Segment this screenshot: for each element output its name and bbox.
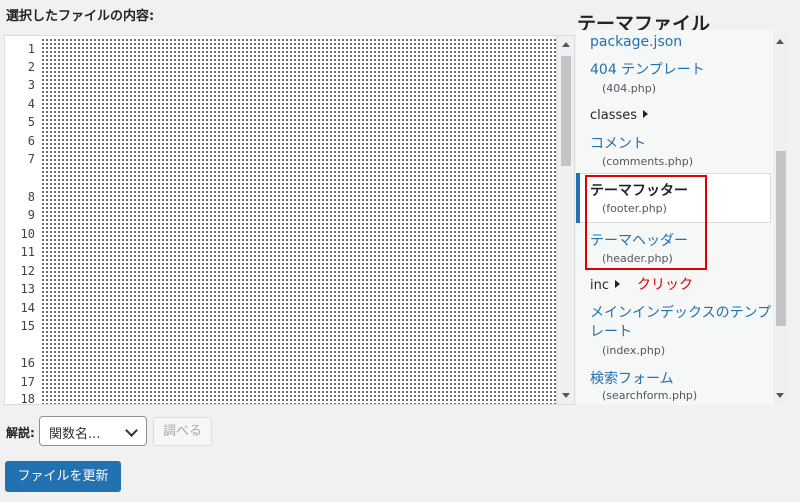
line-number: 9 (27, 208, 35, 222)
chevron-down-icon (125, 424, 138, 437)
line-number: 1 (27, 42, 35, 56)
active-file-indicator (576, 173, 580, 223)
expand-arrow-icon (643, 110, 649, 118)
line-number: 16 (20, 356, 35, 370)
scroll-up-arrow-icon[interactable] (562, 42, 570, 47)
expand-arrow-icon (615, 280, 620, 288)
update-file-button[interactable]: ファイルを更新 (5, 461, 121, 492)
lookup-button[interactable]: 調べる (153, 417, 212, 446)
line-number: 18 (20, 392, 35, 405)
line-number: 17 (20, 375, 35, 389)
line-number: 10 (20, 227, 35, 241)
line-number: 2 (27, 60, 35, 74)
folder-classes[interactable]: classes (590, 108, 649, 123)
function-name-select-value: 関数名... (49, 427, 101, 442)
code-editor[interactable]: 1 2 3 4 5 6 7 8 9 10 11 12 13 14 15 16 1… (4, 35, 575, 405)
function-name-select[interactable]: 関数名... (39, 416, 147, 446)
line-number-gutter: 1 2 3 4 5 6 7 8 9 10 11 12 13 14 15 16 1… (5, 36, 37, 404)
scrollbar-thumb[interactable] (776, 151, 786, 326)
editor-scrollbar[interactable] (556, 36, 574, 404)
file-searchform[interactable]: 検索フォーム (590, 368, 674, 388)
line-number: 3 (27, 78, 35, 92)
code-content-redacted[interactable] (41, 38, 559, 404)
file-comments[interactable]: コメント (590, 133, 646, 153)
scroll-down-arrow-icon[interactable] (562, 393, 570, 398)
folder-inc[interactable]: inc (590, 278, 620, 293)
documentation-label: 解説: (6, 426, 35, 440)
scroll-down-arrow-icon[interactable] (776, 393, 784, 398)
file-list-scrollbar[interactable] (773, 30, 788, 405)
selected-file-label: 選択したファイルの内容: (6, 9, 155, 24)
line-number: 11 (20, 245, 35, 259)
file-index-line2[interactable]: レート (590, 321, 632, 341)
click-annotation: クリック (637, 277, 693, 293)
file-searchform-filename: (searchform.php) (602, 389, 698, 402)
scroll-up-arrow-icon[interactable] (776, 39, 784, 44)
click-highlight-box (585, 175, 707, 270)
file-comments-filename: (comments.php) (602, 155, 694, 168)
line-number: 7 (27, 152, 35, 166)
line-number: 4 (27, 97, 35, 111)
line-number: 15 (20, 319, 35, 333)
folder-classes-label: classes (590, 108, 638, 123)
line-number: 13 (20, 282, 35, 296)
line-number: 6 (27, 134, 35, 148)
line-number: 5 (27, 115, 35, 129)
line-number: 8 (27, 190, 35, 204)
file-index-filename: (index.php) (602, 344, 666, 357)
file-404-filename: (404.php) (602, 82, 657, 95)
file-package-json[interactable]: package.json (590, 34, 682, 50)
scrollbar-thumb[interactable] (561, 56, 571, 166)
line-number: 12 (20, 264, 35, 278)
file-index[interactable]: メインインデックスのテンプ (590, 302, 771, 322)
line-number: 14 (20, 301, 35, 315)
folder-inc-label: inc (590, 278, 609, 293)
file-404-template[interactable]: 404 テンプレート (590, 59, 705, 79)
